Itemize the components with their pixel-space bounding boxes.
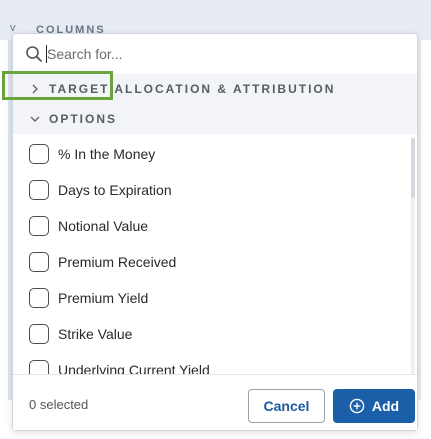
- add-button-label: Add: [371, 398, 400, 414]
- list-item[interactable]: Notional Value: [29, 215, 148, 237]
- list-item[interactable]: Premium Yield: [29, 287, 148, 309]
- group-label: OPTIONS: [49, 112, 118, 126]
- list-item[interactable]: % In the Money: [29, 143, 155, 165]
- search-row: [13, 34, 417, 74]
- add-button[interactable]: Add: [333, 389, 415, 423]
- item-label: Notional Value: [58, 218, 149, 234]
- options-list: % In the Money Days to Expiration Notion…: [13, 137, 408, 375]
- group-options[interactable]: OPTIONS: [13, 104, 417, 134]
- list-scrollbar[interactable]: [411, 138, 415, 374]
- search-input[interactable]: [47, 46, 387, 62]
- item-label: Premium Yield: [58, 290, 149, 306]
- cancel-button[interactable]: Cancel: [248, 389, 325, 423]
- search-icon: [26, 46, 42, 62]
- list-item[interactable]: Underlying Current Yield: [29, 359, 210, 375]
- checkbox[interactable]: [29, 324, 49, 344]
- checkbox[interactable]: [29, 144, 49, 164]
- item-label: Days to Expiration: [58, 182, 172, 198]
- item-label: Strike Value: [58, 326, 133, 342]
- options-highlight-box: [2, 71, 113, 100]
- checkbox[interactable]: [29, 252, 49, 272]
- list-item[interactable]: Days to Expiration: [29, 179, 172, 201]
- popover-footer: 0 selected Cancel Add: [13, 374, 417, 430]
- plus-circle-icon: [349, 398, 365, 414]
- item-label: Premium Received: [58, 254, 177, 270]
- selected-count: 0 selected: [29, 397, 89, 412]
- scrollbar-thumb[interactable]: [411, 138, 415, 198]
- chevron-down-icon: [30, 116, 40, 122]
- checkbox[interactable]: [29, 288, 49, 308]
- list-item[interactable]: Premium Received: [29, 251, 176, 273]
- checkbox[interactable]: [29, 216, 49, 236]
- checkbox[interactable]: [29, 180, 49, 200]
- text-caret: [46, 45, 47, 63]
- cancel-button-label: Cancel: [263, 398, 310, 414]
- item-label: % In the Money: [58, 146, 156, 162]
- list-item[interactable]: Strike Value: [29, 323, 132, 345]
- checkbox[interactable]: [29, 360, 49, 375]
